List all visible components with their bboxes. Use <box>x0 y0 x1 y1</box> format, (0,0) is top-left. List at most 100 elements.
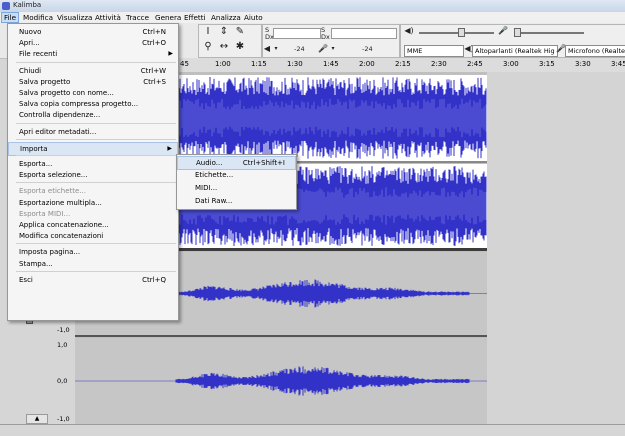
menu-attivita[interactable]: Attività <box>93 13 123 22</box>
file-menu-item-salva-copia-compressa-progetto[interactable]: Salva copia compressa progetto... <box>8 98 178 110</box>
input-device-select[interactable]: Microfono (Realtek Hig <box>565 45 625 57</box>
menu-item-label: Esporta selezione... <box>19 171 88 180</box>
file-menu-item-esporta[interactable]: Esporta... <box>8 158 178 170</box>
audio-host-select[interactable]: MME <box>404 45 464 57</box>
file-menu-item-apri-editor-metadati[interactable]: Apri editor metadati... <box>8 126 178 138</box>
menu-tracce[interactable]: Tracce <box>124 13 151 22</box>
file-menu-item-controlla-dipendenze[interactable]: Controlla dipendenze... <box>8 109 178 121</box>
menu-item-label: Nuovo <box>19 28 42 36</box>
chevron-down-icon[interactable]: ▾ <box>327 44 339 54</box>
menu-separator <box>16 61 176 63</box>
menu-genera[interactable]: Genera <box>153 13 183 22</box>
empty-timeline-region[interactable] <box>487 72 625 424</box>
record-volume-slider[interactable] <box>514 32 584 34</box>
window-title: Kalimba <box>13 1 42 9</box>
menu-item-label: Modifica concatenazioni <box>19 232 104 241</box>
menu-item-label: Stampa... <box>19 259 53 268</box>
file-menu-item-esci[interactable]: Esci Ctrl+Q <box>8 274 178 286</box>
multi-tool-icon[interactable]: ✱ <box>234 42 246 52</box>
menu-item-label: Salva progetto <box>19 77 71 86</box>
menu-separator <box>16 182 176 184</box>
speaker-volume-icon: ◀) <box>404 26 414 35</box>
tick-label: 3:15 <box>539 60 555 68</box>
menu-aiuto[interactable]: Aiuto <box>242 13 265 22</box>
tools-toolbar: I ⇕ ✎ ⚲ ↔ ✱ <box>198 24 262 58</box>
file-menu-item-applica-concatenazione[interactable]: Applica concatenazione... <box>8 219 178 231</box>
menu-item-label: Esci <box>19 275 33 284</box>
menu-item-label: Esporta MIDI... <box>19 209 71 218</box>
file-menu-item-chiudi[interactable]: Chiudi Ctrl+W <box>8 65 178 77</box>
tick-label: 3:30 <box>575 60 591 68</box>
output-device-select[interactable]: Altoparlanti (Realtek Hig <box>472 45 558 57</box>
tick-label: 3:45 <box>611 60 625 68</box>
track-2-right-channel[interactable] <box>75 338 487 424</box>
y-axis-label: 0,0 <box>57 377 68 385</box>
file-menu-item-modifica-concatenazioni[interactable]: Modifica concatenazioni <box>8 230 178 242</box>
envelope-tool-icon[interactable]: ⇕ <box>218 27 230 37</box>
menu-item-label: Salva copia compressa progetto... <box>19 100 139 109</box>
file-menu-item-nuovo[interactable]: Nuovo Ctrl+N <box>8 26 178 38</box>
selection-tool-icon[interactable]: I <box>202 27 214 37</box>
menu-item-label: Audio... <box>196 159 223 167</box>
y-axis-label: -1,0 <box>57 415 70 423</box>
record-volume-thumb[interactable] <box>514 28 521 37</box>
submenu-arrow-icon: ▶ <box>168 50 173 58</box>
file-menu-item-esporta-selezione[interactable]: Esporta selezione... <box>8 169 178 181</box>
menu-item-label: Esporta etichette... <box>19 187 86 196</box>
file-menu-item-salva-progetto[interactable]: Salva progetto Ctrl+S <box>8 76 178 88</box>
import-item-midi[interactable]: MIDI... <box>177 182 296 194</box>
zoom-tool-icon[interactable]: ⚲ <box>202 42 214 52</box>
playback-volume-thumb[interactable] <box>458 28 465 37</box>
menu-visualizza[interactable]: Visualizza <box>55 13 94 22</box>
record-db-label: -24 <box>362 45 373 53</box>
import-submenu: Audio... Ctrl+Shift+I Etichette... MIDI... D… <box>176 154 297 210</box>
timeshift-tool-icon[interactable]: ↔ <box>218 42 230 52</box>
menu-item-label: Etichette... <box>195 171 234 179</box>
playback-meter[interactable] <box>273 28 321 39</box>
menu-item-label: Importa <box>20 144 48 153</box>
menu-item-label: Esportazione multipla... <box>19 198 102 207</box>
menu-modifica[interactable]: Modifica <box>21 13 55 22</box>
record-meter[interactable] <box>331 28 397 39</box>
timeline-ruler[interactable]: 45 1:00 1:15 1:30 1:45 2:00 2:15 2:30 2:… <box>176 58 625 73</box>
y-axis-label: 1,0 <box>57 341 68 349</box>
waveform-quiet-right <box>75 366 487 396</box>
triangle-up-icon: ▲ <box>34 415 40 422</box>
import-item-dati-raw[interactable]: Dati Raw... <box>177 195 296 207</box>
menu-item-shortcut: Ctrl+O <box>142 39 166 48</box>
import-item-audio[interactable]: Audio... Ctrl+Shift+I <box>177 156 296 170</box>
file-menu-item-file-recenti[interactable]: File recenti ▶ <box>8 48 178 60</box>
menu-item-label: Apri... <box>19 39 40 48</box>
playback-volume-slider[interactable] <box>419 32 494 34</box>
file-menu-item-imposta-pagina[interactable]: Imposta pagina... <box>8 246 178 258</box>
file-menu-item-importa[interactable]: Importa ▶ <box>8 141 178 156</box>
tick-label: 1:15 <box>251 60 267 68</box>
menu-separator <box>16 138 176 140</box>
file-menu-item-stampa[interactable]: Stampa... <box>8 258 178 270</box>
menu-effetti[interactable]: Effetti <box>182 13 208 22</box>
menu-item-label: Esporta... <box>19 160 53 168</box>
menu-item-label: MIDI... <box>195 184 218 192</box>
menu-separator <box>16 122 176 124</box>
microphone-volume-icon: 🎤 <box>498 26 508 35</box>
file-menu-item-esporta-etichette: Esporta etichette... <box>8 185 178 197</box>
status-bar <box>0 424 625 436</box>
record-meter-right-label: Dx <box>321 33 330 41</box>
y-axis-label: -1,0 <box>57 326 70 334</box>
mixer-toolbar: ◀) 🎤 MME ◀) Altoparlanti (Realtek Hig 🎤 … <box>400 24 625 58</box>
file-menu-item-apri[interactable]: Apri... Ctrl+O <box>8 37 178 49</box>
collapse-track-button[interactable]: ▲ <box>26 414 48 424</box>
menu-analizza[interactable]: Analizza <box>209 13 243 22</box>
menu-separator <box>16 155 176 156</box>
draw-tool-icon[interactable]: ✎ <box>234 27 246 37</box>
menu-file[interactable]: File <box>1 12 20 23</box>
menu-item-label: File recenti <box>19 50 58 59</box>
file-menu-item-salva-progetto-con-nome[interactable]: Salva progetto con nome... <box>8 87 178 99</box>
file-menu-item-esportazione-multipla[interactable]: Esportazione multipla... <box>8 197 178 209</box>
file-menu-dropdown: Nuovo Ctrl+N Apri... Ctrl+O File recenti ▶ Chi… <box>7 23 179 321</box>
tick-label: 1:00 <box>215 60 231 68</box>
file-menu-item-esporta-midi: Esporta MIDI... <box>8 208 178 220</box>
chevron-down-icon[interactable]: ▾ <box>270 44 282 54</box>
submenu-arrow-icon: ▶ <box>167 144 172 152</box>
import-item-etichette[interactable]: Etichette... <box>177 169 296 181</box>
